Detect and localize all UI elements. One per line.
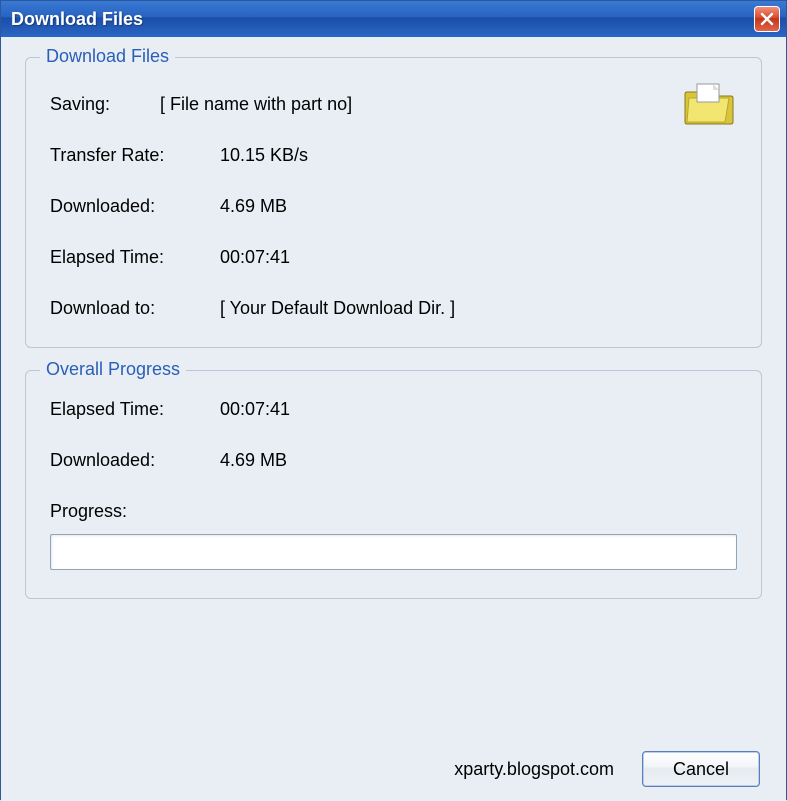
elapsed-value: 00:07:41 [220,247,737,268]
saving-value: [ File name with part no] [160,94,737,115]
cancel-button[interactable]: Cancel [642,751,760,787]
attribution-text: xparty.blogspot.com [454,759,614,780]
progress-bar-wrap [50,534,737,570]
transfer-rate-value: 10.15 KB/s [220,145,737,166]
download-to-value: [ Your Default Download Dir. ] [220,298,737,319]
overall-progress-group-title: Overall Progress [40,359,186,380]
overall-progress-group: Overall Progress Elapsed Time: 00:07:41 … [25,370,762,599]
overall-downloaded-label: Downloaded: [50,450,220,471]
progress-bar [50,534,737,570]
overall-elapsed-label: Elapsed Time: [50,399,220,420]
download-files-group-title: Download Files [40,46,175,67]
download-dialog: Download Files Download Files Saving: [ … [0,0,787,800]
overall-downloaded-row: Downloaded: 4.69 MB [50,450,737,471]
saving-label: Saving: [50,94,160,115]
download-to-label: Download to: [50,298,220,319]
close-button[interactable] [754,6,780,32]
dialog-footer: xparty.blogspot.com Cancel [25,745,762,787]
downloaded-row: Downloaded: 4.69 MB [50,196,737,217]
downloaded-value: 4.69 MB [220,196,737,217]
overall-elapsed-row: Elapsed Time: 00:07:41 [50,399,737,420]
transfer-rate-label: Transfer Rate: [50,145,220,166]
download-to-row: Download to: [ Your Default Download Dir… [50,298,737,319]
overall-downloaded-value: 4.69 MB [220,450,737,471]
saving-row: Saving: [ File name with part no] [50,94,737,115]
transfer-rate-row: Transfer Rate: 10.15 KB/s [50,145,737,166]
folder-icon [681,78,737,128]
elapsed-row: Elapsed Time: 00:07:41 [50,247,737,268]
close-icon [760,12,774,26]
downloaded-label: Downloaded: [50,196,220,217]
progress-label: Progress: [50,501,220,522]
titlebar[interactable]: Download Files [1,1,786,37]
window-title: Download Files [11,9,143,30]
overall-elapsed-value: 00:07:41 [220,399,737,420]
client-area: Download Files Saving: [ File name with … [1,37,786,801]
elapsed-label: Elapsed Time: [50,247,220,268]
download-files-group: Download Files Saving: [ File name with … [25,57,762,348]
progress-label-row: Progress: [50,501,737,522]
